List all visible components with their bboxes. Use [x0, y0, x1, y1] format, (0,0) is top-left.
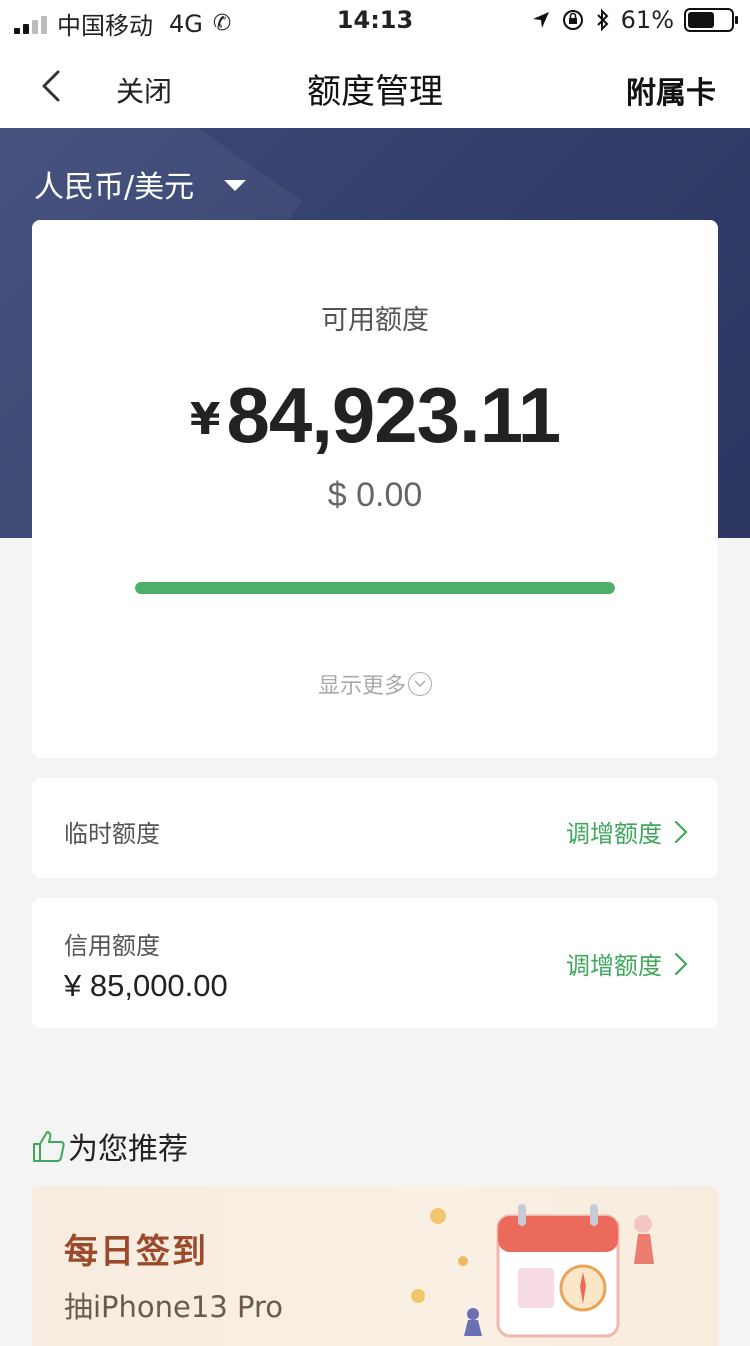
- temp-limit-increase-button[interactable]: 调增额度: [566, 814, 688, 849]
- calendar-illustration: [411, 1204, 654, 1338]
- show-more-button[interactable]: 显示更多: [32, 668, 718, 700]
- available-label: 可用额度: [321, 305, 429, 336]
- cny-symbol: ¥: [189, 394, 221, 445]
- credit-limit-row: 信用额度 ¥ 85,000.00 调增额度: [32, 898, 718, 1028]
- caret-down-icon: [224, 179, 247, 191]
- cny-amount: 84,923.11: [226, 371, 561, 459]
- chevron-right-icon: [674, 820, 688, 843]
- currency-selector[interactable]: 人民币/美元: [34, 162, 247, 206]
- credit-limit-value: ¥ 85,000.00: [64, 968, 228, 1003]
- nav-bar: 关闭 额度管理 附属卡: [0, 44, 750, 128]
- credit-limit-title: 信用额度: [64, 932, 160, 960]
- usage-progress-bar: [135, 582, 615, 594]
- chevron-down-circle-icon: [408, 672, 432, 696]
- show-more-label: 显示更多: [317, 674, 406, 699]
- credit-limit-increase-label: 调增额度: [566, 952, 662, 980]
- available-amount: ¥84,923.11: [32, 370, 718, 461]
- bluetooth-icon: [596, 8, 609, 32]
- temp-limit-increase-label: 调增额度: [566, 820, 662, 848]
- currency-label: 人民币/美元: [34, 170, 195, 205]
- battery-percent: 61%: [620, 6, 674, 34]
- usd-amount: $ 0.00: [327, 476, 423, 514]
- temp-limit-row: 临时额度 调增额度: [32, 778, 718, 878]
- temp-limit-title: 临时额度: [64, 820, 160, 848]
- status-bar: 中国移动 4G ✆ 14:13 61%: [0, 0, 750, 44]
- location-arrow-icon: [532, 12, 549, 28]
- usage-progress-fill: [135, 582, 615, 594]
- orientation-lock-icon: [562, 10, 583, 30]
- battery-icon: [684, 8, 738, 32]
- daily-checkin-banner[interactable]: 每日签到 抽iPhone13 Pro: [32, 1186, 718, 1346]
- status-right: 61%: [531, 6, 738, 34]
- recommend-title-label: 为您推荐: [68, 1132, 188, 1167]
- thumbs-up-icon: [33, 1131, 65, 1162]
- banner-subtitle: 抽iPhone13 Pro: [64, 1290, 284, 1324]
- supplementary-card-button[interactable]: 附属卡: [626, 68, 716, 112]
- available-credit-card: 可用额度 ¥84,923.11 $ 0.00 显示更多: [32, 220, 718, 758]
- credit-limit-increase-button[interactable]: 调增额度: [566, 946, 688, 981]
- battery-fill: [688, 12, 714, 28]
- chevron-right-icon: [674, 952, 688, 975]
- banner-title: 每日签到: [64, 1232, 208, 1272]
- recommend-section-title: 为您推荐: [32, 1124, 188, 1168]
